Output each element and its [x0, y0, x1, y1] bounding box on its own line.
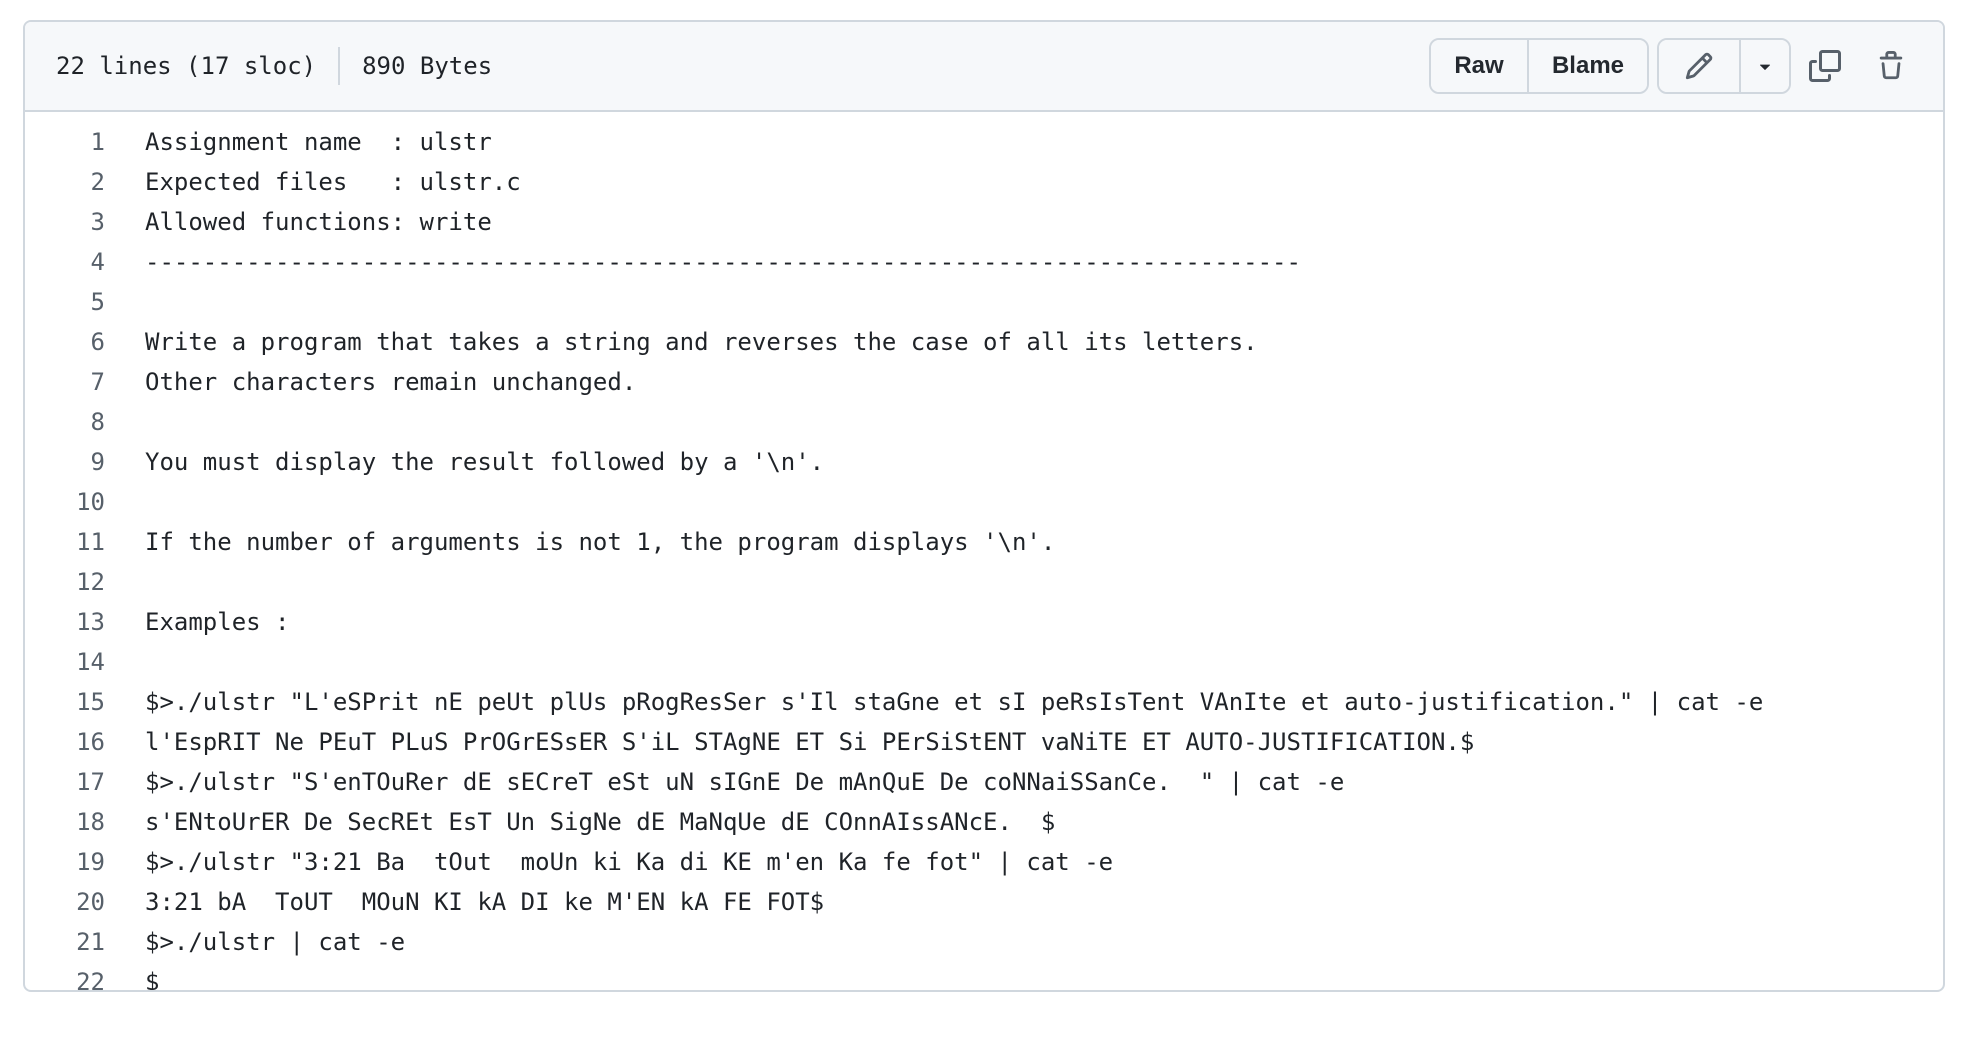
code-line: 13 Examples : [25, 602, 1943, 642]
trash-icon [1879, 51, 1903, 80]
line-content: Allowed functions: write [145, 208, 492, 236]
line-number[interactable]: 4 [25, 248, 105, 276]
line-content: $>./ulstr "S'enTOuRer dE sECreT eSt uN s… [145, 768, 1345, 796]
line-number[interactable]: 2 [25, 168, 105, 196]
delete-button[interactable] [1859, 38, 1923, 94]
line-number[interactable]: 5 [25, 288, 105, 316]
line-content: $>./ulstr "L'eSPrit nE peUt plUs pRogRes… [145, 688, 1764, 716]
line-number[interactable]: 18 [25, 808, 105, 836]
line-number[interactable]: 6 [25, 328, 105, 356]
line-content: $>./ulstr | cat -e [145, 928, 406, 956]
code-line: 2 Expected files : ulstr.c [25, 162, 1943, 202]
line-content: $>./ulstr "3:21 Ba tOut moUn ki Ka di KE… [145, 848, 1114, 876]
code-line: 1 Assignment name : ulstr [25, 122, 1943, 162]
code-line: 3 Allowed functions: write [25, 202, 1943, 242]
line-number[interactable]: 16 [25, 728, 105, 756]
code-line: 20 3:21 bA ToUT MOuN KI kA DI ke M'EN kA … [25, 882, 1943, 922]
line-content: Write a program that takes a string and … [145, 328, 1258, 356]
edit-button[interactable] [1659, 40, 1739, 92]
code-line: 4 ---------------------------------------… [25, 242, 1943, 282]
code-line: 14 [25, 642, 1943, 682]
more-edit-options-button[interactable] [1739, 40, 1789, 92]
code-line: 19 $>./ulstr "3:21 Ba tOut moUn ki Ka di … [25, 842, 1943, 882]
code-line: 8 [25, 402, 1943, 442]
file-info: 22 lines (17 sloc) 890 Bytes [56, 47, 492, 85]
raw-blame-group: Raw Blame [1429, 38, 1649, 94]
line-content: Other characters remain unchanged. [145, 368, 637, 396]
code-line: 7 Other characters remain unchanged. [25, 362, 1943, 402]
line-number[interactable]: 1 [25, 128, 105, 156]
raw-button[interactable]: Raw [1431, 40, 1527, 92]
copy-icon [1809, 50, 1841, 82]
line-number[interactable]: 10 [25, 488, 105, 516]
line-number[interactable]: 12 [25, 568, 105, 596]
info-divider [338, 47, 341, 85]
line-number[interactable]: 19 [25, 848, 105, 876]
file-size: 890 Bytes [362, 52, 493, 80]
code-line: 18 s'ENtoUrER De SecREt EsT Un SigNe dE M… [25, 802, 1943, 842]
line-number[interactable]: 3 [25, 208, 105, 236]
file-header: 22 lines (17 sloc) 890 Bytes Raw Blame [25, 22, 1943, 112]
line-content: s'ENtoUrER De SecREt EsT Un SigNe dE MaN… [145, 808, 1056, 836]
edit-group [1657, 38, 1791, 94]
line-number[interactable]: 8 [25, 408, 105, 436]
file-viewer: 22 lines (17 sloc) 890 Bytes Raw Blame 1… [23, 20, 1945, 992]
code-view: 1 Assignment name : ulstr 2 Expected files … [25, 112, 1943, 992]
code-line: 15 $>./ulstr "L'eSPrit nE peUt plUs pRogR… [25, 682, 1943, 722]
line-content: $ [145, 968, 160, 992]
code-line: 6 Write a program that takes a string and… [25, 322, 1943, 362]
line-content: Examples : [145, 608, 290, 636]
line-number[interactable]: 20 [25, 888, 105, 916]
code-line: 22 $ [25, 962, 1943, 992]
code-line: 17 $>./ulstr "S'enTOuRer dE sECreT eSt uN… [25, 762, 1943, 802]
line-content: You must display the result followed by … [145, 448, 825, 476]
line-number[interactable]: 14 [25, 648, 105, 676]
line-number[interactable]: 15 [25, 688, 105, 716]
line-count: 22 lines (17 sloc) [56, 52, 317, 80]
line-content: ----------------------------------------… [145, 248, 1301, 276]
copy-button[interactable] [1793, 38, 1857, 94]
blame-button[interactable]: Blame [1527, 40, 1647, 92]
code-line: 9 You must display the result followed by… [25, 442, 1943, 482]
line-number[interactable]: 22 [25, 968, 105, 990]
line-number[interactable]: 21 [25, 928, 105, 956]
line-content: l'EspRIT Ne PEuT PLuS PrOGrESsER S'iL ST… [145, 728, 1475, 756]
code-line: 16 l'EspRIT Ne PEuT PLuS PrOGrESsER S'iL … [25, 722, 1943, 762]
triangle-down-icon [1759, 64, 1771, 70]
code-line: 12 [25, 562, 1943, 602]
line-number[interactable]: 9 [25, 448, 105, 476]
pencil-icon [1685, 52, 1713, 80]
line-content: If the number of arguments is not 1, the… [145, 528, 1056, 556]
code-line: 5 [25, 282, 1943, 322]
code-line: 21 $>./ulstr | cat -e [25, 922, 1943, 962]
file-actions: Raw Blame [1429, 38, 1923, 94]
code-line: 10 [25, 482, 1943, 522]
line-content: 3:21 bA ToUT MOuN KI kA DI ke M'EN kA FE… [145, 888, 825, 916]
code-line: 11 If the number of arguments is not 1, t… [25, 522, 1943, 562]
line-content: Assignment name : ulstr [145, 128, 492, 156]
line-number[interactable]: 11 [25, 528, 105, 556]
line-content: Expected files : ulstr.c [145, 168, 521, 196]
line-number[interactable]: 13 [25, 608, 105, 636]
line-number[interactable]: 7 [25, 368, 105, 396]
line-number[interactable]: 17 [25, 768, 105, 796]
